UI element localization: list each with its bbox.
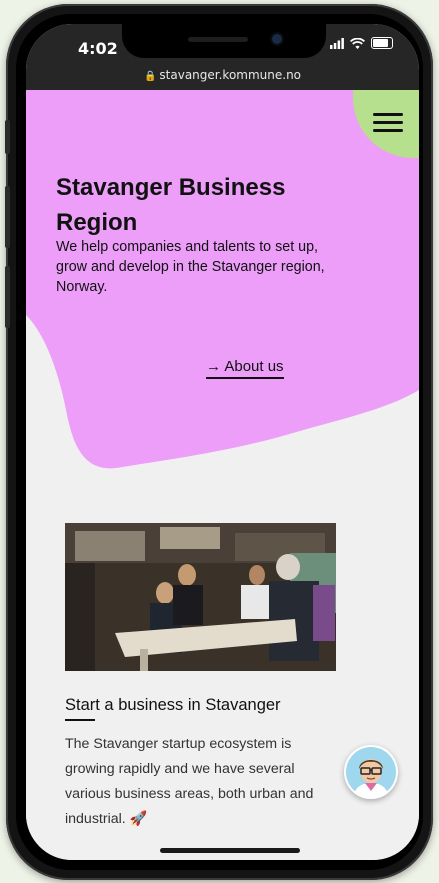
status-bar: 4:02 🔒 stavanger.kommune.no [26,24,419,90]
people-at-table-image [65,523,336,671]
status-time: 4:02 [78,39,118,58]
menu-icon [373,113,403,116]
phone-screen: 4:02 🔒 stavanger.kommune.no Stavanger Bu… [26,24,419,860]
notch [122,24,326,58]
chat-avatar-button[interactable] [344,745,398,799]
hero-description: We help companies and talents to set up,… [56,239,325,295]
card-title[interactable]: Start a business in Stavanger [65,696,281,715]
signal-icon [330,37,344,49]
url-text: stavanger.kommune.no [159,68,302,82]
volume-up-button [5,186,10,248]
menu-icon-bar [373,121,403,124]
home-indicator [160,848,300,853]
startup-photo[interactable] [65,523,336,671]
mute-switch [5,120,10,154]
page-title: Stavanger Business Region [56,174,286,236]
about-us-link[interactable]: → About us [206,358,284,379]
web-page: Stavanger Business Region We help compan… [26,90,419,860]
earpiece-speaker [188,37,248,42]
address-bar[interactable]: 🔒 stavanger.kommune.no [26,68,419,82]
wifi-icon [350,37,365,49]
menu-icon-bar [373,129,403,132]
title-underline [65,719,95,721]
chat-avatar-icon [346,747,396,799]
volume-down-button [5,266,10,328]
card-description: The Stavanger startup ecosystem is growi… [65,736,314,827]
system-icons [330,37,393,49]
front-camera [272,34,282,44]
battery-icon [371,37,393,49]
lock-icon: 🔒 [143,71,157,82]
about-us-label: About us [224,358,284,375]
arrow-right-icon: → [206,358,221,375]
